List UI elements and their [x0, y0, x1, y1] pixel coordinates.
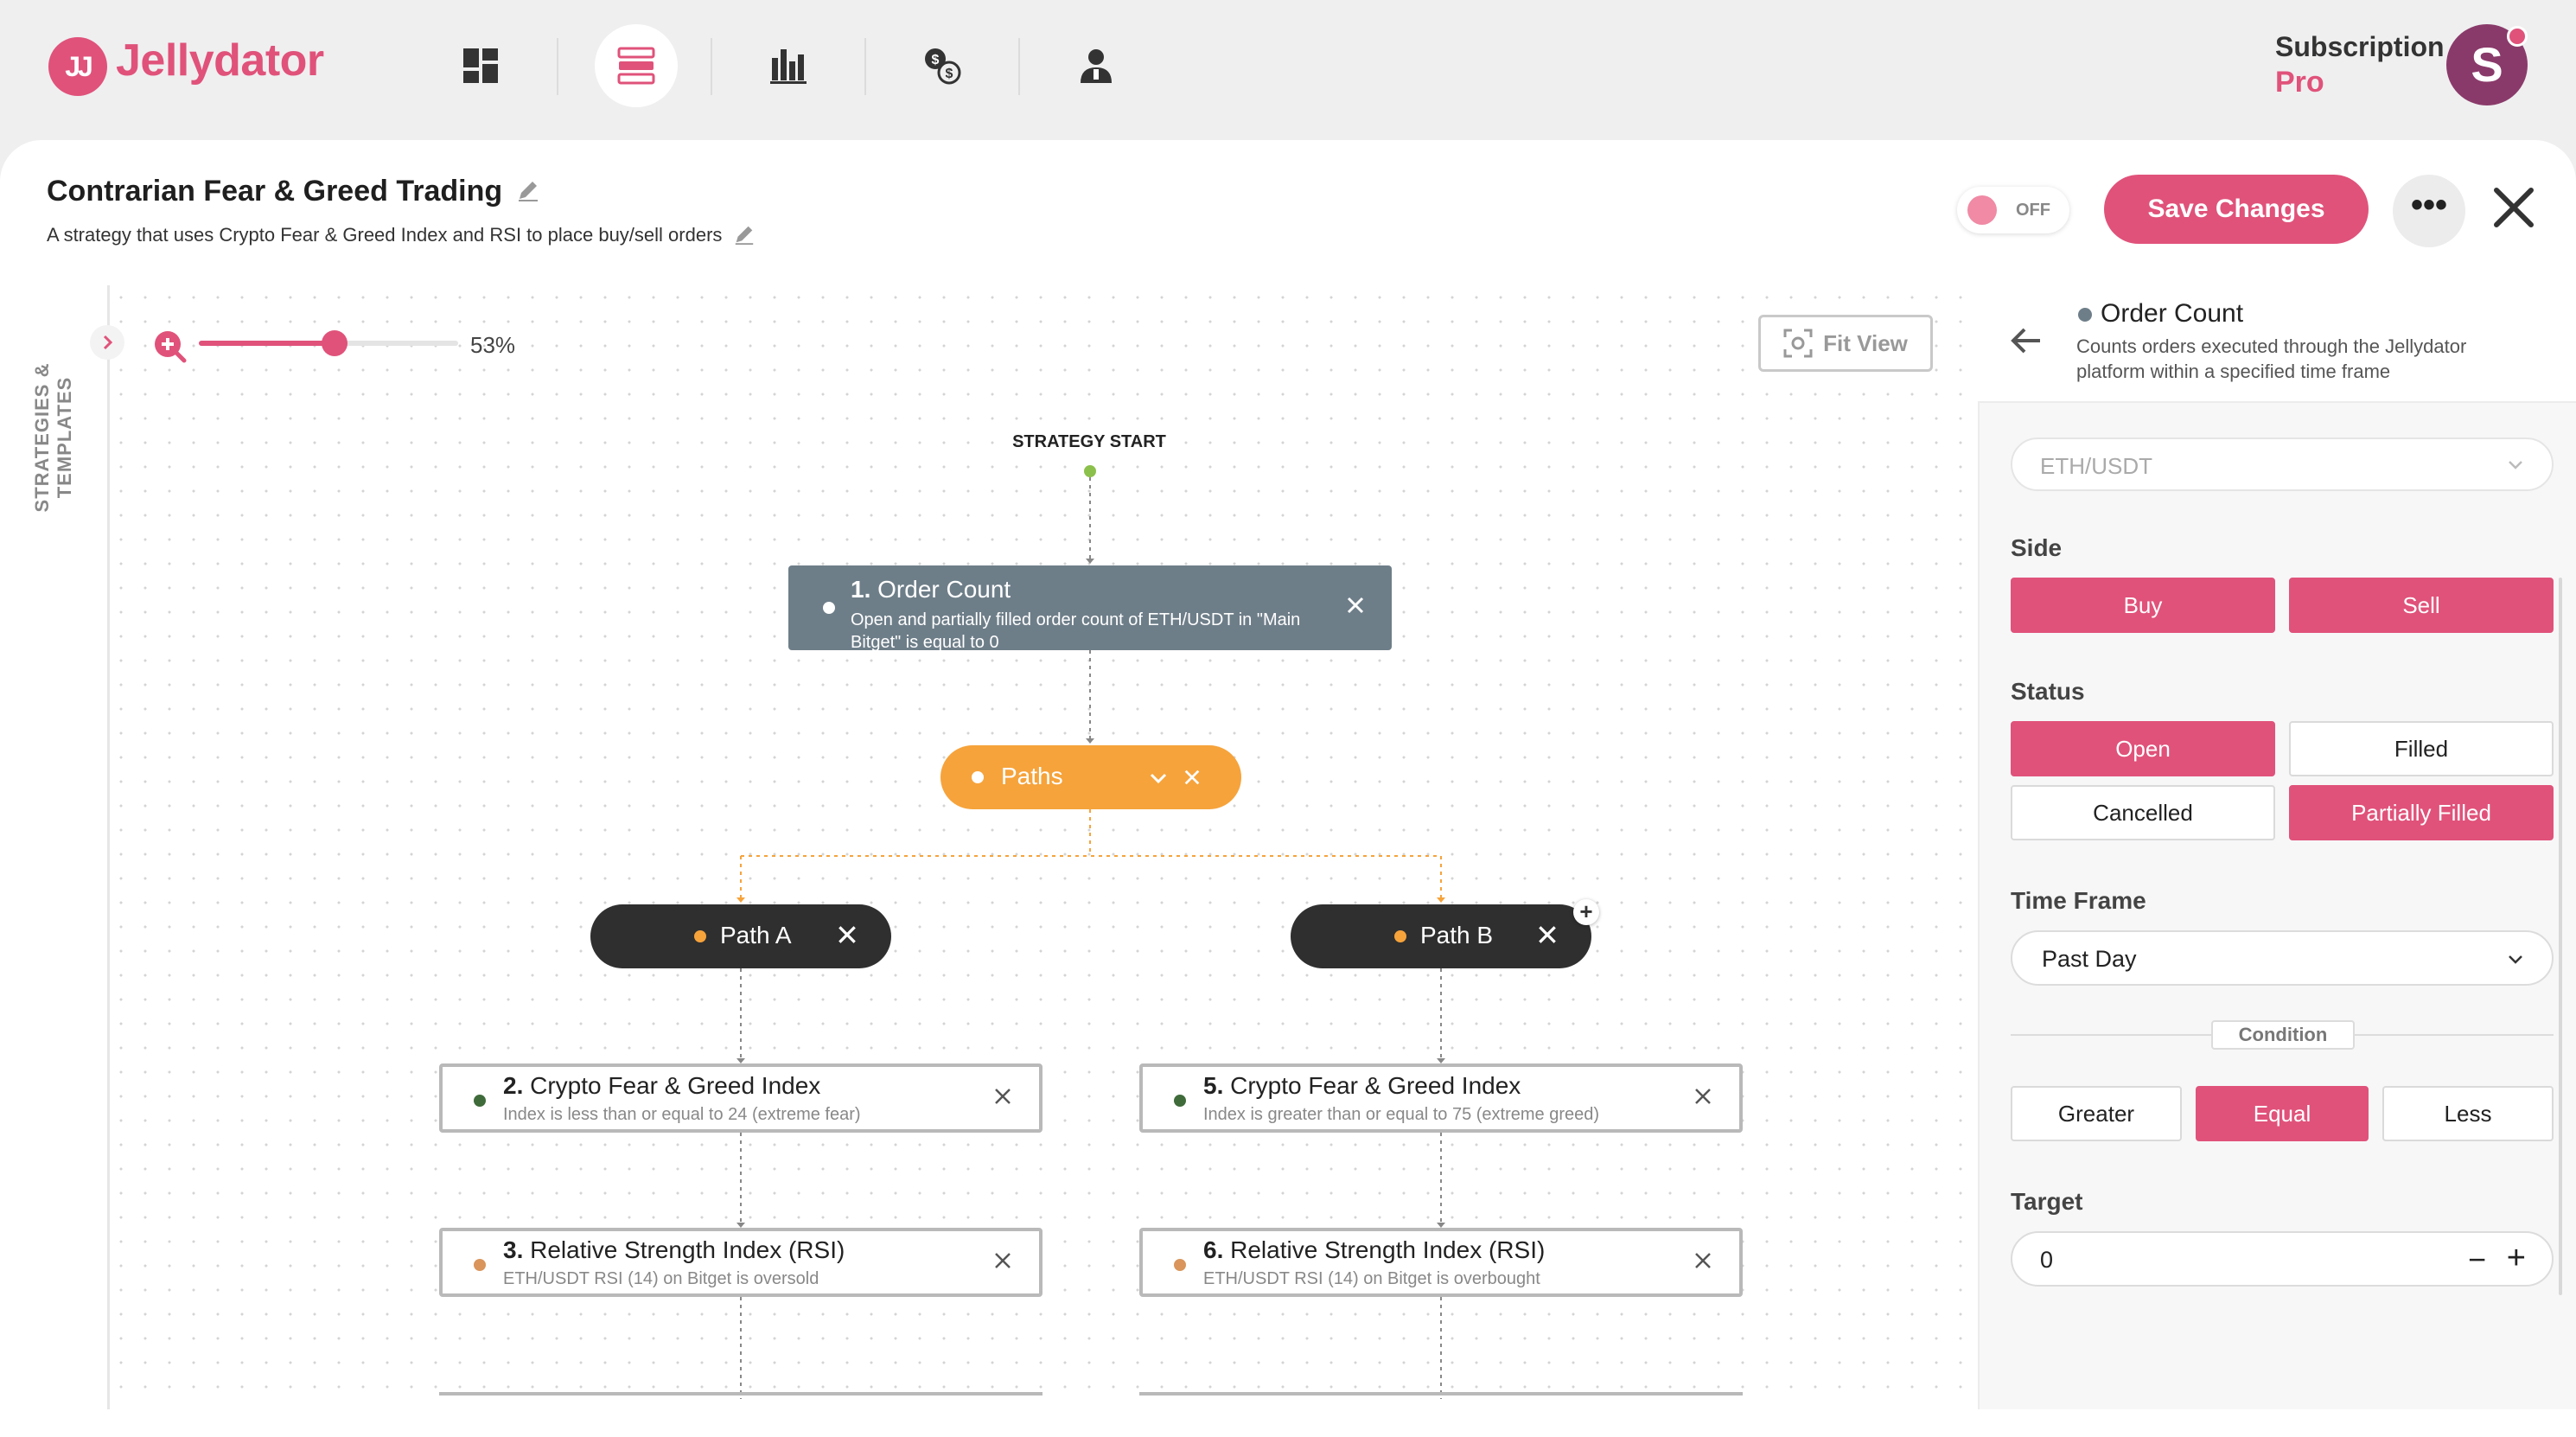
condition-greater-button[interactable]: Greater [2011, 1086, 2182, 1141]
panel-description: Counts orders executed through the Jelly… [2076, 335, 2467, 382]
add-path-button[interactable]: + [1573, 899, 1599, 925]
status-filled-button[interactable]: Filled [2289, 721, 2554, 776]
remove-node-icon[interactable] [1536, 923, 1559, 946]
node-status-dot [1394, 930, 1406, 942]
target-label: Target [2011, 1188, 2083, 1215]
strategy-start-label: STRATEGY START [1012, 432, 1166, 451]
panel-scrollbar[interactable] [2559, 578, 2562, 1295]
flow-node-paths[interactable]: Paths [940, 745, 1241, 809]
subscription-plan: Pro [2275, 66, 2324, 99]
panel-node-dot [2078, 308, 2092, 322]
node-status-dot [1174, 1259, 1186, 1271]
node-description: Index is greater than or equal to 75 (ex… [1203, 1105, 1600, 1124]
subscription-label: Subscription [2275, 31, 2445, 62]
decrement-button[interactable]: − [2468, 1242, 2486, 1278]
node-title: 2. Crypto Fear & Greed Index [503, 1072, 821, 1099]
flow-connectors [736, 477, 1445, 1399]
status-label: Status [2011, 678, 2085, 705]
time-frame-label: Time Frame [2011, 887, 2146, 914]
time-frame-value: Past Day [2042, 946, 2137, 972]
pair-select[interactable]: ETH/USDT [2011, 437, 2554, 491]
flow-node-order-count[interactable]: 1. Order Count Open and partially filled… [788, 565, 1392, 652]
status-cancelled-button[interactable]: Cancelled [2011, 785, 2275, 840]
save-button[interactable]: Save Changes [2104, 175, 2369, 244]
remove-node-icon[interactable] [836, 923, 858, 946]
target-value: 0 [2040, 1247, 2054, 1273]
flow-node-rsi[interactable]: 3. Relative Strength Index (RSI) ETH/USD… [439, 1228, 1043, 1297]
more-button[interactable]: ••• [2393, 175, 2465, 247]
remove-node-icon[interactable] [1693, 1086, 1713, 1107]
node-title: Path A [720, 922, 792, 948]
chevron-down-icon [2509, 461, 2522, 469]
increment-button[interactable]: + [2507, 1240, 2526, 1277]
flow-node-fear-greed[interactable]: 5. Crypto Fear & Greed Index Index is gr… [1139, 1063, 1743, 1133]
node-status-dot [1174, 1095, 1186, 1107]
node-description: Index is less than or equal to 24 (extre… [503, 1105, 861, 1124]
panel-title: Order Count [2101, 299, 2244, 328]
remove-node-icon[interactable] [1345, 595, 1366, 616]
remove-node-icon[interactable] [1693, 1250, 1713, 1271]
side-label: Side [2011, 534, 2063, 561]
node-title: Path B [1420, 922, 1494, 948]
toggle-label: OFF [2016, 201, 2050, 220]
node-status-dot [694, 930, 706, 942]
node-title: 5. Crypto Fear & Greed Index [1203, 1072, 1521, 1099]
flow-node-partial [1139, 1392, 1743, 1399]
flow-node-fear-greed[interactable]: 2. Crypto Fear & Greed Index Index is le… [439, 1063, 1043, 1133]
node-status-dot [972, 771, 984, 783]
status-partially-filled-button[interactable]: Partially Filled [2289, 785, 2554, 840]
node-title: 3. Relative Strength Index (RSI) [503, 1236, 845, 1263]
node-status-dot [474, 1259, 486, 1271]
status-open-button[interactable]: Open [2011, 721, 2275, 776]
side-sell-button[interactable]: Sell [2289, 578, 2554, 633]
time-frame-select[interactable]: Past Day [2011, 930, 2554, 986]
node-title: Paths [1001, 763, 1063, 789]
node-title: 1. Order Count [851, 576, 1011, 603]
notification-dot [2507, 26, 2528, 47]
remove-node-icon[interactable] [992, 1250, 1013, 1271]
node-status-dot [823, 602, 835, 614]
back-arrow-icon[interactable] [2007, 322, 2045, 360]
flow-node-path-a[interactable]: Path A [590, 904, 891, 968]
node-status-dot [474, 1095, 486, 1107]
remove-node-icon[interactable] [1183, 768, 1202, 787]
remove-node-icon[interactable] [992, 1086, 1013, 1107]
condition-less-button[interactable]: Less [2382, 1086, 2554, 1141]
node-description: ETH/USDT RSI (14) on Bitget is oversold [503, 1269, 819, 1288]
side-buy-button[interactable]: Buy [2011, 578, 2275, 633]
node-description: ETH/USDT RSI (14) on Bitget is overbough… [1203, 1269, 1540, 1288]
condition-label: Condition [2211, 1020, 2355, 1050]
condition-equal-button[interactable]: Equal [2196, 1086, 2369, 1141]
node-description: Open and partially filled order count of… [851, 610, 1301, 652]
flow-node-partial [439, 1392, 1043, 1399]
chevron-down-icon[interactable] [1148, 768, 1169, 789]
flow-node-path-b[interactable]: Path B [1291, 904, 1591, 968]
chevron-down-icon [2509, 955, 2522, 964]
node-title: 6. Relative Strength Index (RSI) [1203, 1236, 1546, 1263]
close-icon[interactable] [2490, 183, 2538, 232]
target-input[interactable]: 0 − + [2011, 1231, 2554, 1287]
pair-select-value: ETH/USDT [2040, 453, 2152, 479]
strategy-start-dot [1084, 465, 1096, 477]
flow-node-rsi[interactable]: 6. Relative Strength Index (RSI) ETH/USD… [1139, 1228, 1743, 1297]
